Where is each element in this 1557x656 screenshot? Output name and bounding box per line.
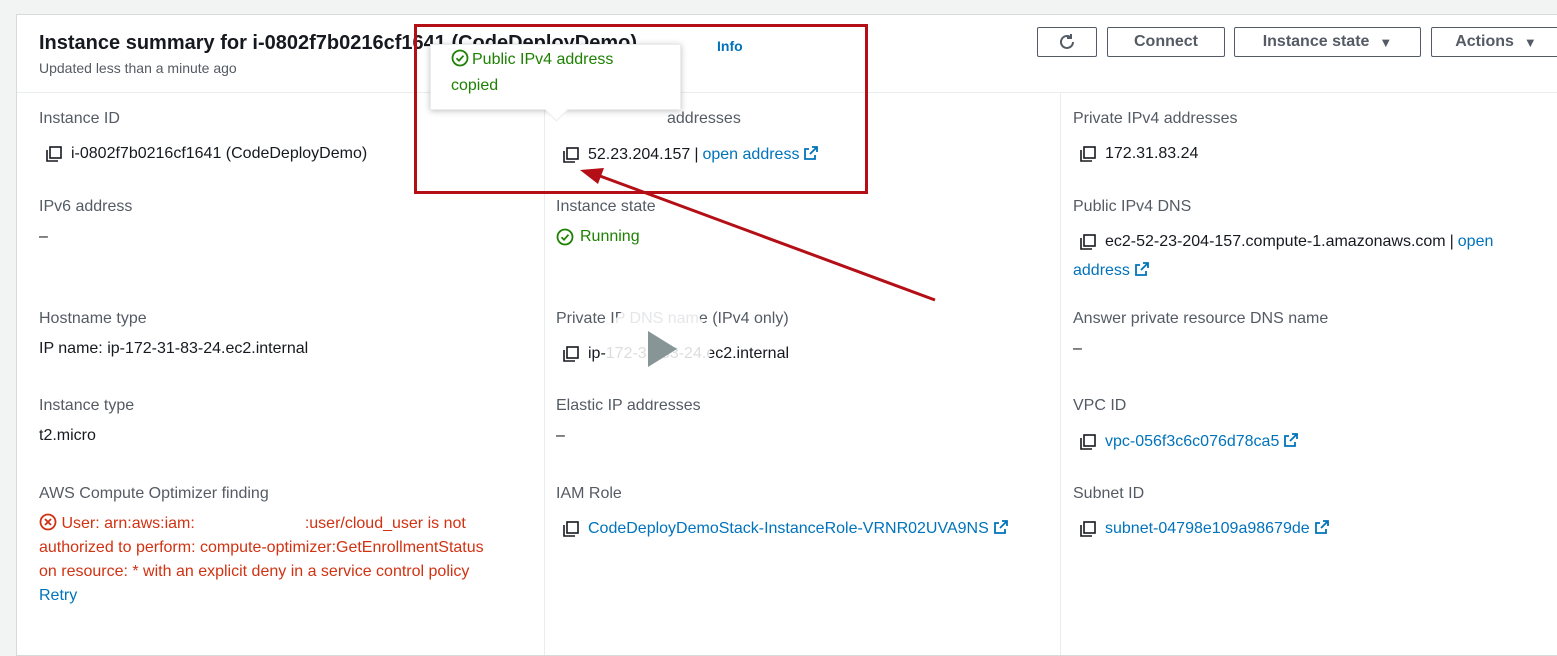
play-button[interactable] <box>606 297 710 401</box>
play-icon <box>648 331 677 367</box>
annotation-arrow <box>580 168 936 302</box>
